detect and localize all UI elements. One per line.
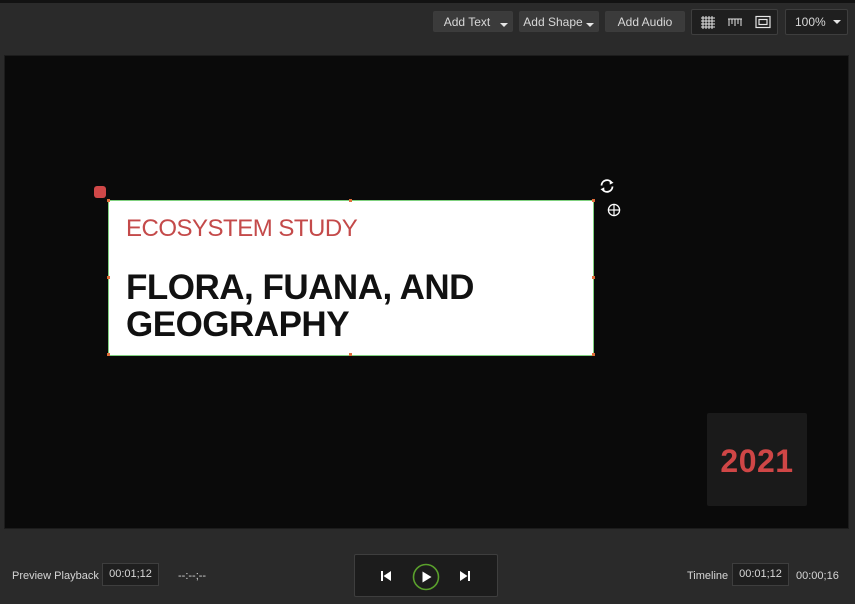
zoom-select[interactable]: 100%: [785, 9, 848, 35]
resize-handle[interactable]: [107, 276, 110, 279]
play-icon[interactable]: [412, 563, 440, 591]
resize-handle[interactable]: [107, 199, 110, 202]
playback-bar: Preview Playback 00:01;12 --:--;-- Timel…: [0, 529, 855, 604]
resize-handle[interactable]: [592, 353, 595, 356]
year-text[interactable]: 2021: [707, 443, 807, 480]
transport-controls: [354, 554, 498, 597]
title-card[interactable]: ECOSYSTEM STUDY FLORA, FUANA, AND GEOGRA…: [108, 200, 594, 356]
skip-back-icon[interactable]: [380, 570, 392, 582]
preview-timecode-field[interactable]: 00:01;12: [102, 563, 159, 586]
chevron-down-icon[interactable]: [833, 20, 841, 24]
add-text-button[interactable]: Add Text: [433, 11, 513, 32]
add-audio-button[interactable]: Add Audio: [605, 11, 685, 32]
resize-handle[interactable]: [107, 353, 110, 356]
add-shape-button[interactable]: Add Shape: [519, 11, 599, 32]
chevron-down-icon[interactable]: [586, 23, 594, 27]
grid-icon[interactable]: [700, 15, 716, 29]
timeline-duration: 00:00;16: [796, 570, 839, 582]
card-subtitle[interactable]: ECOSYSTEM STUDY: [126, 215, 358, 243]
resize-handle[interactable]: [592, 276, 595, 279]
year-badge[interactable]: 2021: [707, 413, 807, 506]
skip-forward-icon[interactable]: [459, 570, 471, 582]
preview-end-timecode: --:--;--: [178, 570, 207, 582]
add-shape-label: Add Shape: [523, 15, 583, 29]
timeline-label: Timeline: [687, 570, 729, 582]
timeline-timecode-field[interactable]: 00:01;12: [732, 563, 789, 586]
view-toggle-group: [691, 9, 778, 35]
preview-canvas[interactable]: ECOSYSTEM STUDY FLORA, FUANA, AND GEOGRA…: [4, 55, 849, 529]
add-text-label: Add Text: [443, 15, 491, 29]
resize-handle[interactable]: [592, 199, 595, 202]
layer-marker[interactable]: [94, 186, 106, 198]
chevron-down-icon[interactable]: [500, 23, 508, 27]
resize-handle[interactable]: [349, 199, 352, 202]
preview-playback-label: Preview Playback: [12, 570, 99, 582]
resize-handle[interactable]: [349, 353, 352, 356]
card-headline[interactable]: FLORA, FUANA, AND GEOGRAPHY: [126, 269, 566, 343]
zoom-value: 100%: [795, 15, 826, 29]
rotate-icon[interactable]: [598, 177, 616, 195]
move-icon[interactable]: [607, 203, 621, 217]
safe-area-icon[interactable]: [755, 15, 771, 29]
ruler-icon[interactable]: [727, 15, 743, 29]
add-audio-label: Add Audio: [617, 15, 673, 29]
editor-toolbar: Add Text Add Shape Add Audio 100%: [0, 3, 855, 53]
